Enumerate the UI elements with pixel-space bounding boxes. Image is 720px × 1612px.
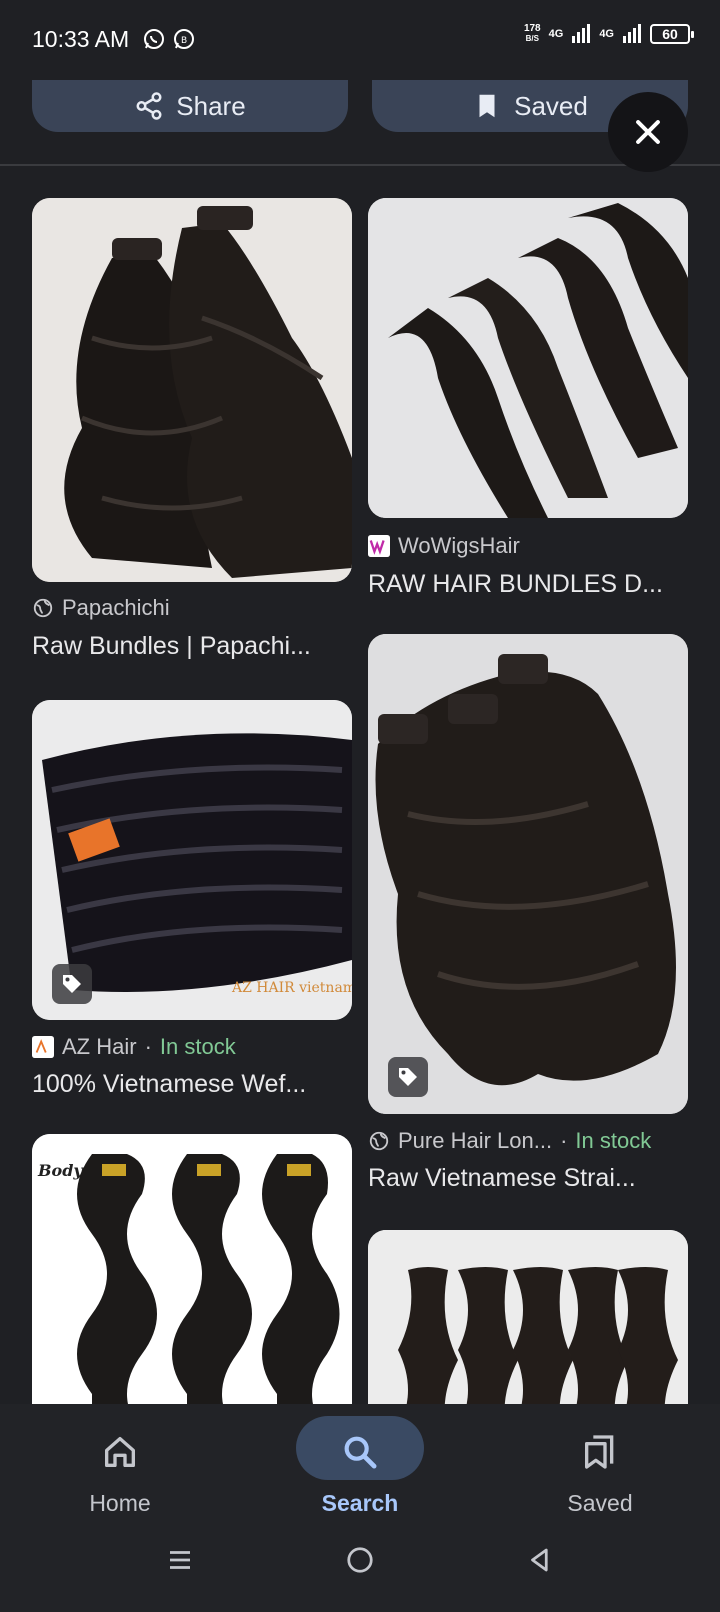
- globe-icon: [33, 598, 53, 618]
- status-bar: 10:33 AM B 178 B/S 4G 4G 60: [0, 0, 720, 80]
- whatsapp-icon: [144, 29, 164, 49]
- network-speed: 178 B/S: [524, 24, 541, 44]
- circle-icon: [347, 1547, 373, 1573]
- recent-apps-button[interactable]: [150, 1530, 210, 1590]
- result-source: WoWigsHair: [368, 533, 520, 559]
- close-icon: [636, 120, 660, 144]
- shopping-tag-badge: [52, 964, 92, 1004]
- result-image[interactable]: [368, 1230, 688, 1430]
- source-name: AZ Hair: [62, 1034, 137, 1059]
- svg-text:B: B: [181, 36, 187, 46]
- result-image[interactable]: [368, 198, 688, 518]
- network-type-1: 4G: [548, 28, 564, 40]
- result-card[interactable]: WoWigsHair RAW HAIR BUNDLES D...: [368, 198, 688, 608]
- status-indicators: 178 B/S 4G 4G 60: [524, 24, 694, 44]
- shopping-tag-badge: [388, 1057, 428, 1097]
- stock-status: In stock: [575, 1128, 652, 1153]
- back-triangle-icon: [531, 1548, 548, 1572]
- nav-search-label: Search: [321, 1490, 399, 1516]
- result-card[interactable]: AZ HAIR vietnam AZ Hair · In stock 100% …: [32, 700, 352, 1100]
- result-source: Papachichi: [32, 595, 170, 621]
- nav-search[interactable]: Search: [280, 1414, 440, 1534]
- status-time: 10:33 AM: [32, 26, 130, 52]
- nav-saved-label: Saved: [567, 1490, 633, 1516]
- back-button[interactable]: [510, 1530, 570, 1590]
- hair-photo: Body Wave: [32, 1134, 352, 1434]
- close-button[interactable]: [608, 92, 688, 172]
- speed-value: 178: [523, 23, 541, 34]
- watermark-text: AZ HAIR vietnam: [231, 980, 352, 996]
- result-title[interactable]: Raw Vietnamese Strai...: [368, 1164, 688, 1193]
- source-name: WoWigsHair: [398, 533, 520, 558]
- source-name: Pure Hair Lon...: [398, 1128, 553, 1153]
- globe-icon: [369, 1131, 389, 1151]
- whatsapp-business-icon: B: [174, 29, 194, 49]
- result-image[interactable]: [32, 198, 352, 582]
- result-image[interactable]: Body Wave: [32, 1134, 352, 1434]
- result-card[interactable]: Body Wave: [32, 1134, 352, 1434]
- result-card[interactable]: [368, 1230, 688, 1430]
- source-name: Papachichi: [62, 595, 170, 620]
- tag-icon: [399, 1068, 417, 1086]
- nav-home-label: Home: [89, 1490, 151, 1516]
- hair-photo: [368, 634, 688, 1114]
- signal-icon: [572, 24, 591, 43]
- nav-saved[interactable]: Saved: [520, 1414, 680, 1534]
- result-card[interactable]: Pure Hair Lon... · In stock Raw Vietname…: [368, 634, 688, 1194]
- bookmark-icon: [479, 94, 495, 118]
- result-title[interactable]: RAW HAIR BUNDLES D...: [368, 570, 688, 599]
- result-title[interactable]: Raw Bundles | Papachi...: [32, 632, 352, 661]
- hair-photo: [32, 198, 352, 582]
- share-label: Share: [176, 90, 246, 121]
- battery-indicator: 60: [650, 24, 694, 44]
- result-source: Pure Hair Lon... · In stock: [368, 1128, 651, 1154]
- saved-label: Saved: [514, 90, 588, 121]
- hair-photo: [368, 1230, 688, 1430]
- share-button[interactable]: Share: [32, 80, 348, 132]
- divider: [0, 164, 720, 166]
- network-type-2: 4G: [599, 28, 614, 40]
- nav-home[interactable]: Home: [40, 1414, 200, 1534]
- az-hair-logo-icon: [32, 1036, 54, 1058]
- separator-dot: ·: [560, 1128, 568, 1153]
- result-card[interactable]: Papachichi Raw Bundles | Papachi...: [32, 198, 352, 668]
- result-title[interactable]: 100% Vietnamese Wef...: [32, 1070, 352, 1099]
- share-icon: [136, 92, 162, 120]
- bookmarks-icon: [585, 1435, 614, 1469]
- tag-icon: [63, 975, 81, 993]
- hair-photo: [368, 198, 688, 518]
- home-system-button[interactable]: [330, 1530, 390, 1590]
- search-icon: [344, 1436, 377, 1469]
- speed-unit: B/S: [525, 34, 539, 43]
- result-source: AZ Hair · In stock: [32, 1034, 236, 1060]
- wowigs-logo-icon: [368, 535, 390, 557]
- menu-icon: [170, 1551, 190, 1569]
- home-icon: [105, 1437, 135, 1467]
- signal-icon: [623, 24, 641, 43]
- separator-dot: ·: [144, 1034, 152, 1059]
- stock-status: In stock: [159, 1034, 236, 1059]
- result-image[interactable]: [368, 634, 688, 1114]
